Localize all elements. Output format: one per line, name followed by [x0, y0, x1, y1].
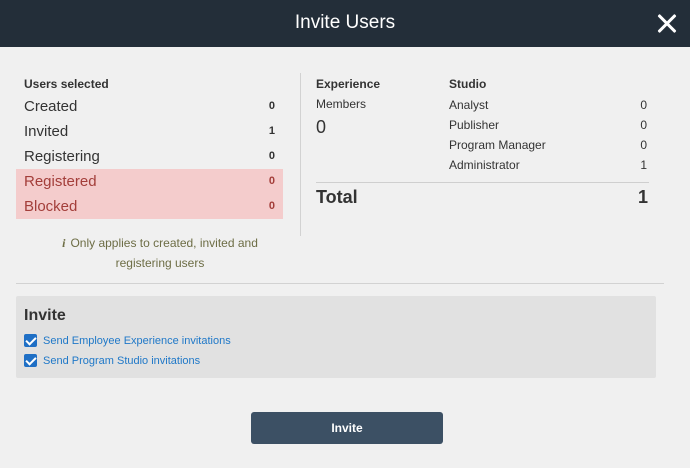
experience-invitations-label[interactable]: Send Employee Experience invitations: [43, 335, 231, 347]
status-row-registering: Registering 0: [16, 144, 283, 169]
section-divider: [16, 283, 664, 284]
studio-row-publisher: Publisher 0: [449, 115, 649, 135]
total-value: 1: [637, 187, 648, 207]
info-icon: i: [62, 236, 66, 250]
experience-members-label: Members: [316, 97, 367, 111]
status-row-invited: Invited 1: [16, 119, 283, 144]
status-row-blocked: Blocked 0: [16, 194, 283, 219]
status-label: Registering: [24, 148, 100, 165]
status-count: 0: [268, 150, 275, 162]
studio-row-analyst: Analyst 0: [449, 95, 649, 115]
invite-button[interactable]: Invite: [251, 412, 443, 444]
invite-heading: Invite: [24, 307, 66, 324]
role-label: Analyst: [449, 98, 489, 112]
role-count: 0: [640, 98, 647, 112]
studio-invitations-checkbox[interactable]: [24, 354, 37, 367]
vertical-divider: [300, 73, 301, 236]
role-count: 0: [640, 138, 647, 152]
invite-options-panel: Invite Send Employee Experience invitati…: [16, 296, 656, 378]
studio-role-list: Analyst 0 Publisher 0 Program Manager 0 …: [449, 95, 649, 175]
experience-invitations-checkbox[interactable]: [24, 334, 37, 347]
status-label: Created: [24, 98, 78, 115]
note-text: Only applies to created, invited and reg…: [70, 236, 258, 270]
total-label: Total: [316, 187, 358, 207]
studio-heading: Studio: [449, 77, 487, 91]
experience-heading: Experience: [316, 77, 381, 91]
studio-row-administrator: Administrator 1: [449, 155, 649, 175]
status-count: 0: [268, 100, 275, 112]
users-selected-heading: Users selected: [24, 77, 109, 91]
status-count: 0: [268, 175, 275, 187]
close-icon[interactable]: [652, 9, 682, 39]
studio-row-program-manager: Program Manager 0: [449, 135, 649, 155]
experience-members-count: 0: [316, 117, 327, 137]
applies-note: i Only applies to created, invited and re…: [40, 233, 280, 273]
role-label: Publisher: [449, 118, 500, 132]
status-count: 1: [268, 125, 275, 137]
send-experience-invitations-option[interactable]: Send Employee Experience invitations: [24, 334, 231, 347]
studio-invitations-label[interactable]: Send Program Studio invitations: [43, 355, 200, 367]
send-studio-invitations-option[interactable]: Send Program Studio invitations: [24, 354, 200, 367]
status-row-created: Created 0: [16, 94, 283, 119]
status-label: Blocked: [24, 198, 78, 215]
users-selected-list: Created 0 Invited 1 Registering 0 Regist…: [16, 94, 283, 219]
role-count: 1: [640, 158, 647, 172]
dialog-title: Invite Users: [294, 12, 396, 33]
status-label: Invited: [24, 123, 69, 140]
role-label: Administrator: [449, 158, 520, 172]
status-count: 0: [268, 200, 275, 212]
total-divider: [316, 182, 649, 183]
status-row-registered: Registered 0: [16, 169, 283, 194]
role-label: Program Manager: [449, 138, 546, 152]
status-label: Registered: [24, 173, 97, 190]
role-count: 0: [640, 118, 647, 132]
dialog-header: Invite Users: [0, 0, 690, 47]
